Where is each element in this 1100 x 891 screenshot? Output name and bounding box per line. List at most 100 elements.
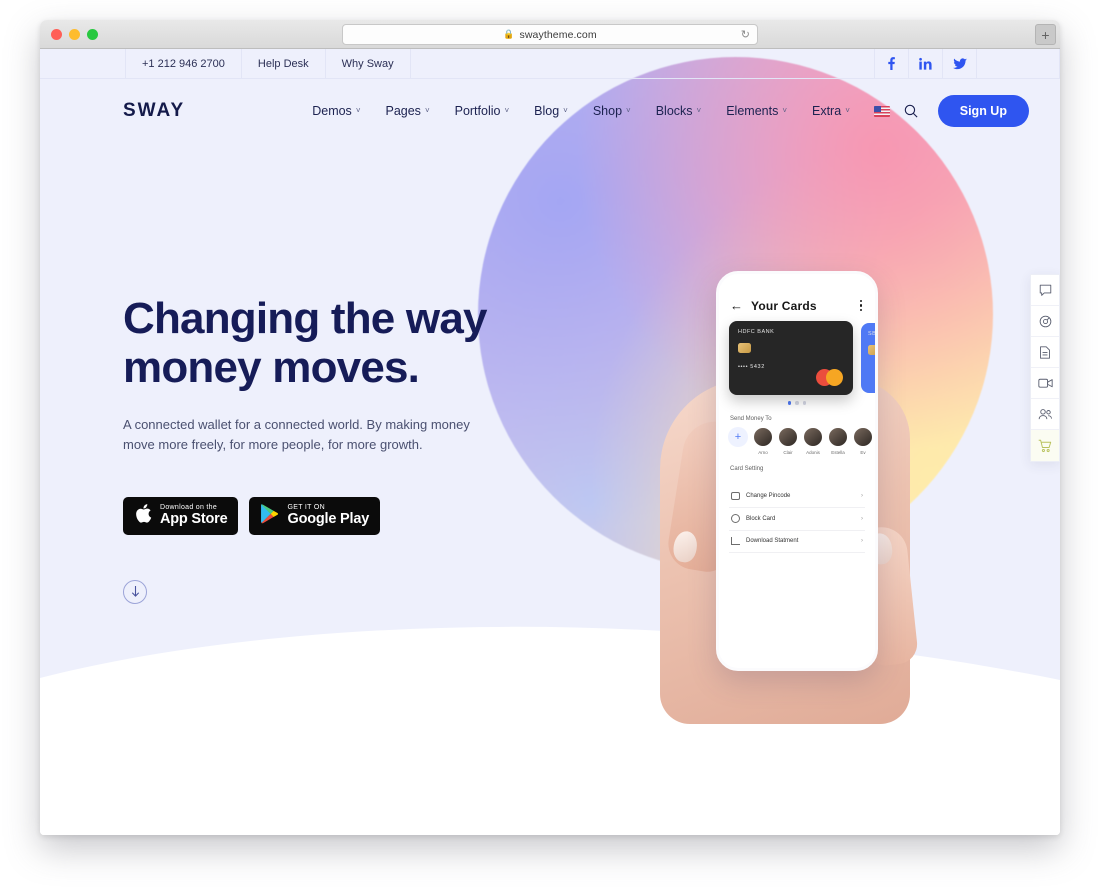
bank-card-secondary[interactable]: SBI: [861, 323, 878, 393]
chevron-right-icon: ›: [861, 493, 863, 499]
badge-big-text: Google Play: [287, 511, 370, 528]
chevron-down-icon: ˅: [696, 106, 702, 115]
nav-label: Extra: [812, 104, 842, 118]
browser-window: 🔒 swaytheme.com ↻ + ← Your Cards HDFC BA…: [40, 20, 1060, 835]
twitter-icon[interactable]: [942, 49, 976, 78]
chat-icon[interactable]: [1031, 275, 1059, 306]
card-bank-name: HDFC BANK: [738, 329, 775, 335]
contact-name: Clair: [783, 449, 793, 455]
chevron-down-icon: ˅: [845, 106, 850, 115]
window-controls: [51, 29, 98, 40]
main-navbar: SWAY Demos ˅ Pages ˅ Portfolio ˅ Blog ˅: [40, 79, 1060, 143]
video-icon[interactable]: [1031, 368, 1059, 399]
back-arrow-icon[interactable]: ←: [730, 298, 743, 313]
brand-logo[interactable]: SWAY: [123, 100, 185, 122]
mastercard-icon: [816, 369, 843, 386]
nav-item-shop[interactable]: Shop ˅: [593, 104, 631, 118]
badge-small-text: GET IT ON: [287, 503, 325, 511]
contact-name: Ev: [860, 449, 866, 455]
apple-icon: [134, 503, 152, 529]
hero-phone-illustration: ← Your Cards HDFC BANK •••• 5432 SBI Sen…: [638, 209, 1058, 724]
contact-name: Adonis: [806, 449, 820, 455]
utility-topbar: +1 212 946 2700 Help Desk Why Sway: [40, 49, 1060, 79]
topbar-item-help-desk[interactable]: Help Desk: [240, 49, 325, 78]
scroll-down-button[interactable]: [123, 579, 147, 604]
phone-notch: [719, 274, 875, 295]
topbar-item-why-sway[interactable]: Why Sway: [324, 49, 411, 78]
setting-row-block-card[interactable]: Block Card ›: [729, 508, 865, 531]
app-store-text: Download on the App Store: [160, 503, 228, 528]
card-chip-icon: [738, 343, 751, 353]
nav-item-extra[interactable]: Extra ˅: [812, 104, 850, 118]
setting-label: Block Card: [746, 515, 776, 522]
badge-small-text: Download on the: [160, 503, 218, 511]
card-setting-label: Card Setting: [730, 465, 764, 472]
cart-icon[interactable]: [1031, 430, 1059, 461]
nav-item-elements[interactable]: Elements ˅: [726, 104, 787, 118]
phone-header: ← Your Cards: [719, 295, 875, 321]
avatar: [828, 426, 848, 447]
close-window-button[interactable]: [51, 29, 62, 40]
chevron-right-icon: ›: [861, 515, 863, 522]
google-play-button[interactable]: GET IT ON Google Play: [249, 496, 381, 535]
document-icon[interactable]: [1031, 337, 1059, 368]
new-tab-button[interactable]: +: [1035, 24, 1056, 45]
app-store-button[interactable]: Download on the App Store: [123, 496, 239, 535]
maximize-window-button[interactable]: [87, 29, 98, 40]
download-icon: [731, 537, 740, 545]
nav-item-portfolio[interactable]: Portfolio ˅: [455, 104, 510, 118]
app-store-badges: Download on the App Store GET IT ON Goog…: [123, 496, 553, 535]
chevron-down-icon: ˅: [563, 106, 568, 115]
cards-carousel[interactable]: HDFC BANK •••• 5432 SBI: [719, 321, 875, 399]
topbar-endcap: [976, 49, 1060, 78]
contact-item[interactable]: Clair: [778, 426, 798, 455]
reload-icon[interactable]: ↻: [741, 29, 750, 42]
avatar: [753, 426, 773, 447]
nav-label: Shop: [592, 104, 623, 118]
minimize-window-button[interactable]: [69, 29, 80, 40]
setting-row-change-pincode[interactable]: Change Pincode ›: [729, 486, 865, 508]
chevron-down-icon: ˅: [355, 106, 361, 115]
linkedin-icon[interactable]: [908, 49, 942, 78]
hero-subhead: A connected wallet for a connected world…: [123, 416, 470, 452]
contact-item[interactable]: Estella: [828, 426, 848, 455]
phone-mockup: ← Your Cards HDFC BANK •••• 5432 SBI Sen…: [716, 271, 878, 671]
contact-item[interactable]: Adonis: [803, 426, 823, 455]
contact-item[interactable]: Arno: [753, 426, 773, 455]
contacts-row[interactable]: + Arno Clair Adonis Estella Ev: [719, 426, 875, 455]
support-icon[interactable]: [1031, 306, 1059, 337]
nav-actions: Sign Up: [873, 95, 1029, 127]
nav-label: Blog: [534, 104, 560, 118]
chevron-down-icon: ˅: [424, 106, 430, 115]
phone-screen-title: Your Cards: [751, 298, 817, 313]
nav-label: Demos: [312, 104, 352, 118]
topbar-item-phone[interactable]: +1 212 946 2700: [125, 49, 241, 78]
search-icon[interactable]: [904, 104, 918, 118]
people-icon[interactable]: [1031, 399, 1059, 430]
nav-label: Pages: [385, 104, 421, 118]
address-bar[interactable]: 🔒 swaytheme.com ↻: [342, 24, 758, 45]
arrow-down-icon: [131, 586, 139, 598]
bank-card-primary[interactable]: HDFC BANK •••• 5432: [729, 321, 853, 395]
google-play-text: GET IT ON Google Play: [287, 504, 369, 528]
plus-icon: +: [728, 426, 748, 447]
setting-row-download-statement[interactable]: Download Statment ›: [729, 531, 865, 553]
nav-item-blog[interactable]: Blog ˅: [534, 104, 568, 118]
nav-item-pages[interactable]: Pages ˅: [385, 104, 429, 118]
card-icon: [731, 492, 740, 500]
chevron-down-icon: ˅: [782, 106, 787, 115]
browser-titlebar: 🔒 swaytheme.com ↻ +: [40, 20, 1060, 49]
more-vertical-icon[interactable]: [859, 299, 865, 312]
nav-item-blocks[interactable]: Blocks ˅: [656, 104, 702, 118]
card2-chip-icon: [868, 345, 875, 355]
nav-item-demos[interactable]: Demos ˅: [312, 104, 360, 118]
contact-item[interactable]: Ev: [853, 426, 873, 455]
us-flag-icon[interactable]: [873, 105, 890, 117]
facebook-icon[interactable]: [874, 49, 908, 78]
card2-bank-name: SBI: [868, 331, 878, 337]
social-links: [874, 49, 976, 78]
signup-button[interactable]: Sign Up: [937, 95, 1029, 127]
block-icon: [731, 514, 740, 523]
add-contact-button[interactable]: +: [728, 426, 748, 447]
